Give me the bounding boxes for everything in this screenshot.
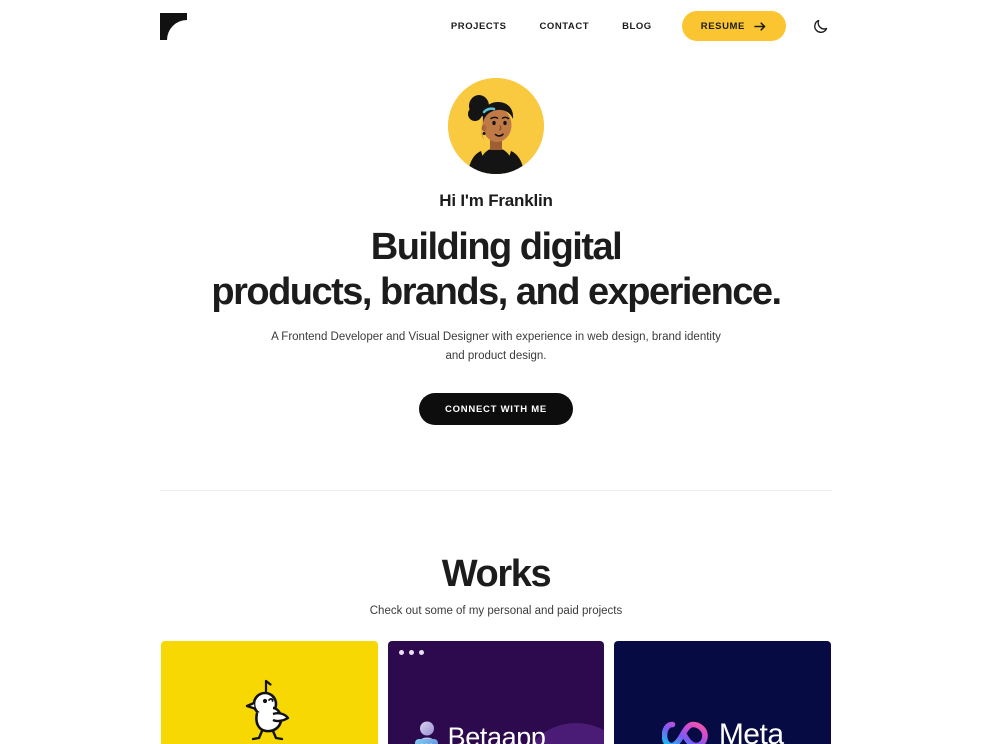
hero-title-line-1: Building digital — [370, 226, 623, 268]
project-card-betaapp[interactable]: Betaapp — [387, 641, 605, 744]
works-section: Works Check out some of my personal and … — [0, 553, 992, 617]
window-dot — [408, 650, 414, 655]
nav-blog[interactable]: BLOG — [612, 15, 662, 38]
works-title: Works — [441, 553, 552, 595]
duck-icon — [246, 679, 290, 741]
meta-infinity-icon — [661, 721, 708, 744]
site-header: PROJECTS CONTACT BLOG RESUME — [0, 0, 992, 52]
section-divider — [160, 490, 832, 491]
project-card-title-meta: Meta — [718, 718, 784, 744]
connect-with-me-button[interactable]: CONNECT WITH ME — [418, 393, 574, 426]
hero-title-line-2: products, brands, and experience. — [211, 271, 782, 313]
moon-icon — [813, 19, 827, 33]
betaapp-person-chat-icon — [414, 721, 438, 744]
arrow-right-icon — [754, 21, 766, 31]
dark-mode-toggle-button[interactable] — [808, 14, 832, 38]
nav-projects[interactable]: PROJECTS — [441, 15, 517, 38]
resume-button-label: RESUME — [700, 20, 745, 32]
project-card-meta[interactable]: Meta — [614, 641, 831, 744]
avatar-illustration — [448, 78, 544, 174]
hero-section: Hi I'm Franklin Building digital product… — [0, 78, 992, 426]
window-dots — [398, 650, 424, 655]
franklin-logo[interactable] — [160, 12, 187, 40]
portfolio-page: PROJECTS CONTACT BLOG RESUME Hi I'm Fran… — [0, 0, 992, 744]
project-card-ducksose[interactable]: DUCKSPOSE — [161, 641, 378, 744]
betaapp-logo-lockup: Betaapp — [414, 720, 546, 744]
project-card-title-betaapp: Betaapp — [447, 721, 546, 744]
profile-avatar — [448, 78, 544, 174]
project-cards-grid: DUCKSPOSE — [161, 641, 831, 744]
hero-title: Building digital products, brands, and e… — [211, 226, 782, 313]
meta-logo-lockup: Meta — [661, 718, 784, 744]
window-dot — [418, 650, 424, 655]
hero-subtitle: A Frontend Developer and Visual Designer… — [271, 331, 721, 362]
resume-button[interactable]: RESUME — [681, 11, 786, 41]
window-dot — [398, 650, 404, 655]
nav-contact[interactable]: CONTACT — [530, 15, 600, 38]
hero-greeting: Hi I'm Franklin — [439, 191, 553, 210]
main-navigation: PROJECTS CONTACT BLOG RESUME — [441, 11, 832, 41]
works-subtitle: Check out some of my personal and paid p… — [369, 605, 623, 617]
